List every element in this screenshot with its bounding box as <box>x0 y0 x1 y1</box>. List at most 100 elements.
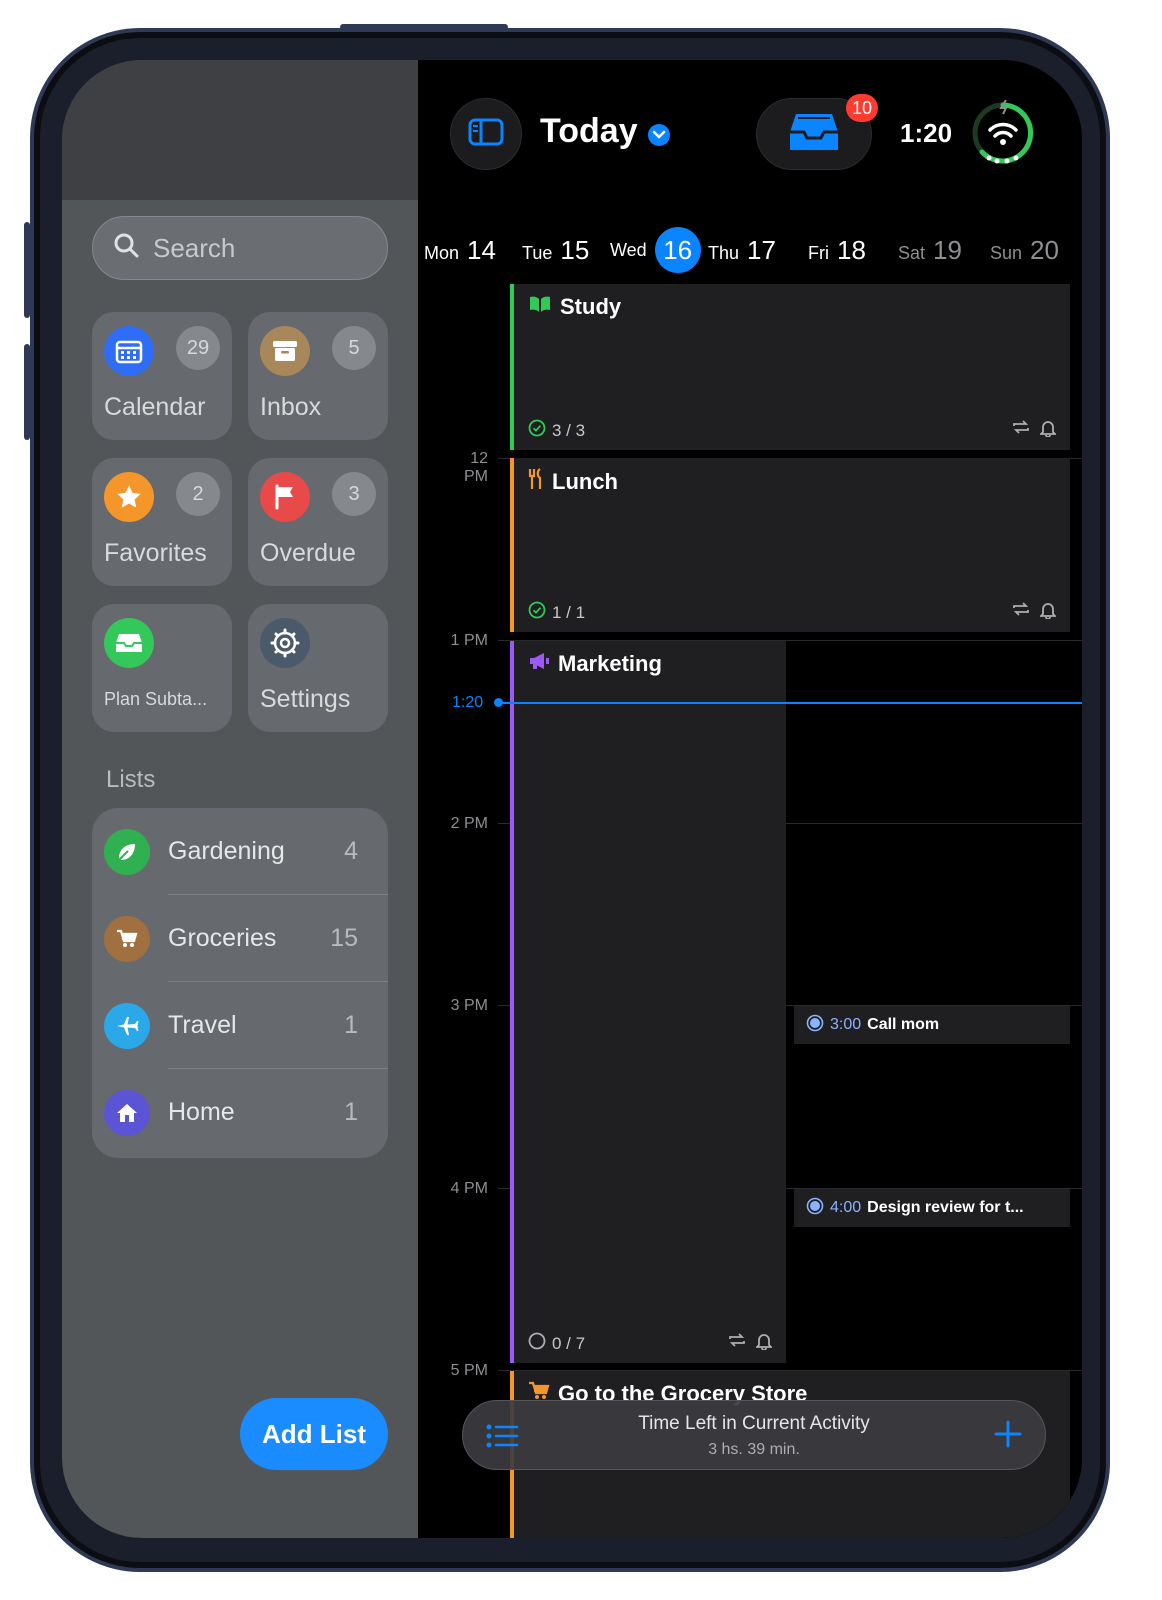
event-icons <box>1012 601 1058 624</box>
hour-label: 2 PM <box>450 815 488 832</box>
day-date-selected: 16 <box>654 227 701 273</box>
flag-icon <box>260 472 310 522</box>
calendar-icon <box>104 326 154 376</box>
search-icon <box>113 232 139 265</box>
event-call-mom[interactable]: 3:00 Call mom <box>794 1006 1070 1044</box>
day-name: Sun <box>990 242 1023 263</box>
tile-count: 3 <box>332 472 376 516</box>
list-count: 15 <box>330 924 358 952</box>
tile-label: Favorites <box>104 539 207 567</box>
day-name: Fri <box>808 242 829 263</box>
inbox-badge: 10 <box>846 94 878 122</box>
event-study[interactable]: Study 3 / 3 <box>510 284 1070 450</box>
week-strip: Mon 14 Tue 15 Wed 16 Thu 17 Fri 18 Sat 1… <box>418 220 1082 280</box>
day-sun[interactable]: Sun 20 <box>990 235 1059 266</box>
hour-label: 4 PM <box>450 1180 488 1197</box>
day-mon[interactable]: Mon 14 <box>424 235 496 266</box>
day-thu[interactable]: Thu 17 <box>708 235 776 266</box>
sidebar-toggle-button[interactable] <box>450 98 522 170</box>
tile-calendar[interactable]: 29 Calendar <box>92 312 232 440</box>
day-date: 19 <box>933 234 962 265</box>
screen: Search 29 Calendar 5 Inbox 2 Favorites 3… <box>62 60 1082 1538</box>
tile-favorites[interactable]: 2 Favorites <box>92 458 232 586</box>
tile-inbox[interactable]: 5 Inbox <box>248 312 388 440</box>
event-marketing[interactable]: Marketing 0 / 7 <box>510 641 786 1363</box>
tile-count: 5 <box>332 326 376 370</box>
list-count: 4 <box>344 837 358 865</box>
add-list-button[interactable]: Add List <box>240 1398 388 1470</box>
event-progress: 1 / 1 <box>528 601 585 624</box>
fork-knife-icon <box>528 468 544 496</box>
list-count: 1 <box>344 1098 358 1126</box>
inbox-tray-icon <box>788 112 840 157</box>
date-title-button[interactable]: Today <box>540 112 670 151</box>
current-time-label: 1:20 <box>452 694 484 711</box>
plus-icon[interactable] <box>993 1419 1023 1454</box>
list-name: Home <box>168 1098 235 1126</box>
radio-circle-icon <box>806 1014 824 1037</box>
list-count: 1 <box>344 1011 358 1039</box>
time-display: 1:20 <box>900 118 953 148</box>
list-name: Gardening <box>168 837 285 865</box>
event-design-review[interactable]: 4:00 Design review for t... <box>794 1189 1070 1227</box>
day-sat[interactable]: Sat 19 <box>898 235 962 266</box>
event-title-text: Marketing <box>558 651 662 676</box>
event-icons <box>1012 419 1058 442</box>
activity-title: Time Left in Current Activity <box>638 1413 870 1434</box>
tile-plan-subtasks[interactable]: Plan Subta... <box>92 604 232 732</box>
lists-group: Gardening 4 Groceries 15 Travel 1 Home 1 <box>92 808 388 1158</box>
megaphone-icon <box>528 651 550 677</box>
list-name: Travel <box>168 1011 237 1039</box>
top-button <box>340 24 508 30</box>
day-name: Sat <box>898 242 926 263</box>
day-date: 14 <box>467 234 496 265</box>
day-timeline[interactable]: 12 PM 1 PM 2 PM 3 PM 4 PM 5 PM Study 3 /… <box>418 284 1082 1538</box>
archive-box-icon <box>260 326 310 376</box>
day-name: Mon <box>424 242 460 263</box>
event-title: Lunch <box>528 468 618 496</box>
check-circle-icon <box>528 419 546 442</box>
book-icon <box>528 294 552 320</box>
day-name: Thu <box>708 242 740 263</box>
day-date: 15 <box>560 234 590 265</box>
list-item-home[interactable]: Home 1 <box>92 1069 388 1156</box>
list-item-gardening[interactable]: Gardening 4 <box>92 808 388 895</box>
search-input[interactable]: Search <box>92 216 388 280</box>
day-wed[interactable]: Wed 16 <box>610 227 701 273</box>
cart-icon <box>104 915 150 962</box>
list-item-travel[interactable]: Travel 1 <box>92 982 388 1069</box>
tile-label: Calendar <box>104 393 206 421</box>
radio-circle-icon <box>806 1197 824 1220</box>
tile-count: 29 <box>176 326 220 370</box>
list-name: Groceries <box>168 924 277 952</box>
event-time: 3:00 <box>830 1016 862 1033</box>
bell-icon <box>1038 419 1058 442</box>
event-title: Marketing <box>528 651 662 677</box>
event-title-text: Lunch <box>552 469 618 494</box>
lists-heading: Lists <box>106 766 156 793</box>
page-title: Today <box>540 112 638 150</box>
tile-settings[interactable]: Settings <box>248 604 388 732</box>
gear-icon <box>260 618 310 668</box>
tile-label: Overdue <box>260 539 356 567</box>
event-progress-text: 1 / 1 <box>552 602 586 622</box>
current-activity-bar[interactable]: Time Left in Current Activity 3 hs. 39 m… <box>462 1400 1046 1470</box>
tile-overdue[interactable]: 3 Overdue <box>248 458 388 586</box>
event-title-text: Call mom <box>867 1016 940 1033</box>
hour-label: 12 PM <box>464 450 488 485</box>
chevron-down-icon <box>647 123 670 146</box>
house-icon <box>104 1089 150 1136</box>
repeat-icon <box>728 1332 746 1355</box>
leaf-icon <box>104 828 150 875</box>
day-fri[interactable]: Fri 18 <box>808 235 866 266</box>
tile-count: 2 <box>176 472 220 516</box>
tray-icon <box>104 618 154 668</box>
focus-timer-ring[interactable] <box>970 99 1036 166</box>
day-tue[interactable]: Tue 15 <box>522 235 589 266</box>
day-date: 20 <box>1030 234 1059 265</box>
event-progress-text: 3 / 3 <box>552 420 586 440</box>
tile-label: Settings <box>260 685 351 713</box>
event-lunch[interactable]: Lunch 1 / 1 <box>510 458 1070 632</box>
list-item-groceries[interactable]: Groceries 15 <box>92 895 388 982</box>
event-title: Study <box>528 294 621 320</box>
